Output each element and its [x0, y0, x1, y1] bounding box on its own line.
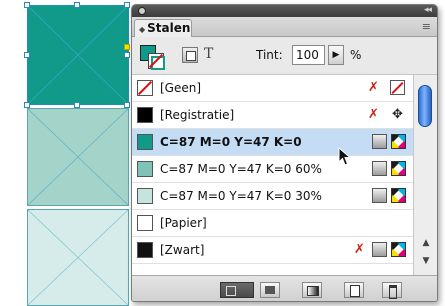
content-handle[interactable]: [124, 44, 130, 50]
panel-menu-icon[interactable]: ≡: [422, 20, 431, 33]
noedit-icon: ✗: [368, 80, 379, 95]
process-color-icon: [372, 242, 387, 257]
registration-chip: [137, 107, 153, 123]
cmyk-icon: [391, 134, 406, 149]
none-swatch-chip: [137, 80, 153, 96]
swatch-name: [Registratie]: [160, 108, 235, 122]
swatch-name: C=87 M=0 Y=47 K=0 60%: [160, 162, 322, 176]
new-swatch-button[interactable]: [344, 282, 364, 298]
mouse-pointer-icon: [338, 147, 352, 166]
panel-bottom-bar: [132, 275, 437, 301]
show-all-swatches-button[interactable]: [220, 282, 254, 298]
paper-chip: [137, 215, 153, 231]
frame-fill: [28, 210, 128, 305]
process-color-icon: [372, 161, 387, 176]
resize-handle[interactable]: [24, 52, 30, 58]
selected-frame[interactable]: [24, 2, 130, 108]
swatch-row-black[interactable]: [Zwart] ✗: [132, 237, 413, 264]
noedit-icon: ✗: [354, 242, 365, 257]
swatch-row-registration[interactable]: [Registratie] ✗ ✥: [132, 102, 413, 129]
swatch-name: [Papier]: [160, 216, 207, 230]
stroke-swatch-icon[interactable]: [148, 53, 165, 70]
swatch-name: [Zwart]: [160, 243, 205, 257]
formatting-text-icon[interactable]: T: [204, 46, 213, 62]
swatch-name: [Geen]: [160, 81, 202, 95]
none-swatch-icon: [390, 80, 405, 95]
swatch-row-tint-30[interactable]: C=87 M=0 Y=47 K=0 30%: [132, 183, 413, 210]
swatches-panel: ◂◂ ◆ Stalen ≡ T Tint: 100 ▶ % [Geen] ✗ [R…: [131, 4, 438, 302]
swatch-list: [Geen] ✗ [Registratie] ✗ ✥ C=87 M=0 Y=47…: [132, 75, 413, 275]
resize-handle[interactable]: [124, 52, 130, 58]
cmyk-icon: [391, 242, 406, 257]
swatch-row-tint-60[interactable]: C=87 M=0 Y=47 K=0 60%: [132, 156, 413, 183]
color-chip: [137, 134, 153, 150]
process-color-icon: [372, 134, 387, 149]
fill-stroke-icon[interactable]: [140, 45, 166, 70]
show-color-swatches-button[interactable]: [260, 282, 280, 298]
process-color-icon: [372, 188, 387, 203]
cmyk-icon: [391, 161, 406, 176]
tab-label: Stalen: [147, 21, 191, 35]
scrollbar-thumb[interactable]: [418, 85, 432, 127]
scroll-down-icon[interactable]: ▼: [418, 253, 434, 269]
swatch-row-selected[interactable]: C=87 M=0 Y=47 K=0: [132, 129, 413, 156]
swatch-name: C=87 M=0 Y=47 K=0: [160, 135, 302, 149]
formatting-container-icon[interactable]: [182, 47, 198, 63]
collapse-icon[interactable]: ◂◂: [424, 5, 432, 15]
tab-swatches[interactable]: ◆ Stalen: [134, 19, 192, 37]
panel-titlebar[interactable]: ◂◂: [132, 5, 437, 17]
tint-label: Tint:: [256, 48, 283, 62]
scroll-up-icon[interactable]: ▲: [418, 235, 434, 251]
frame-fill: [28, 109, 128, 205]
tab-row: ◆ Stalen ≡: [132, 17, 437, 37]
document-canvas: [0, 0, 140, 306]
resize-handle[interactable]: [74, 2, 80, 8]
swatch-row-none[interactable]: [Geen] ✗: [132, 75, 413, 102]
close-icon[interactable]: [138, 7, 146, 15]
vertical-scrollbar[interactable]: ▲ ▼: [413, 75, 437, 275]
color-chip: [137, 188, 153, 204]
tint-slider-button[interactable]: ▶: [328, 45, 344, 65]
show-gradient-swatches-button[interactable]: [302, 282, 322, 298]
noedit-icon: ✗: [368, 107, 379, 122]
tint-60-frame[interactable]: [27, 108, 129, 206]
color-chip: [137, 161, 153, 177]
resize-handle[interactable]: [124, 2, 130, 8]
resize-handle[interactable]: [24, 2, 30, 8]
swatch-name: C=87 M=0 Y=47 K=0 30%: [160, 189, 322, 203]
registration-icon: ✥: [392, 107, 403, 122]
swatch-row-paper[interactable]: [Papier]: [132, 210, 413, 237]
cmyk-icon: [391, 188, 406, 203]
tint-unit: %: [350, 48, 362, 62]
tint-input[interactable]: 100: [292, 45, 325, 65]
tint-30-frame[interactable]: [27, 209, 129, 306]
tab-options-icon[interactable]: ◆: [139, 25, 145, 34]
black-chip: [137, 242, 153, 258]
delete-swatch-button[interactable]: [382, 282, 402, 299]
swatch-toolbar: T Tint: 100 ▶ %: [132, 37, 437, 75]
frame-fill: [28, 6, 128, 104]
